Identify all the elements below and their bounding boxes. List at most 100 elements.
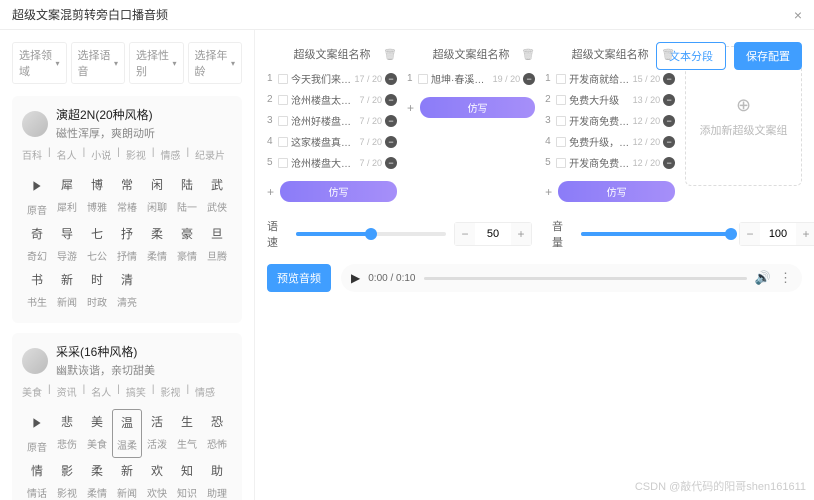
- checkbox[interactable]: [418, 74, 428, 84]
- imitate-button[interactable]: 仿写: [420, 97, 535, 118]
- style-option[interactable]: 导导游: [52, 221, 82, 267]
- style-option[interactable]: 生生气: [172, 409, 202, 458]
- style-option[interactable]: 情情话: [22, 458, 52, 500]
- checkbox[interactable]: [278, 158, 288, 168]
- style-option[interactable]: 书书生: [22, 267, 52, 313]
- style-option[interactable]: 抒抒情: [112, 221, 142, 267]
- copy-row[interactable]: 1开发商就给来了一15 / 20−: [545, 68, 675, 89]
- style-option[interactable]: 旦旦腾: [202, 221, 232, 267]
- style-option[interactable]: 常常椿: [112, 172, 142, 221]
- trash-icon[interactable]: 🗑: [383, 48, 397, 61]
- checkbox[interactable]: [278, 74, 288, 84]
- remove-icon[interactable]: −: [385, 136, 397, 148]
- play-icon[interactable]: ▶: [351, 271, 360, 285]
- style-option[interactable]: 七七公: [82, 221, 112, 267]
- trash-icon[interactable]: 🗑: [661, 48, 675, 61]
- style-option[interactable]: 助助理: [202, 458, 232, 500]
- audio-track[interactable]: [424, 277, 747, 280]
- volume-icon[interactable]: 🔊: [755, 270, 771, 286]
- style-option[interactable]: 武武侠: [202, 172, 232, 221]
- remove-icon[interactable]: −: [385, 157, 397, 169]
- style-option[interactable]: 原音: [22, 409, 52, 458]
- play-icon[interactable]: [27, 176, 47, 196]
- style-option[interactable]: 闲闲聊: [142, 172, 172, 221]
- copy-row[interactable]: 5开发商免费大升12 / 20−: [545, 152, 675, 173]
- remove-icon[interactable]: −: [663, 94, 675, 106]
- config-panel: 文本分段 保存配置 超级文案组名称🗑1今天我们来看一波17 / 20−2沧州楼盘…: [255, 30, 814, 500]
- checkbox[interactable]: [556, 158, 566, 168]
- remove-icon[interactable]: −: [385, 73, 397, 85]
- add-row-button[interactable]: +: [545, 185, 552, 199]
- style-option[interactable]: 时时政: [82, 267, 112, 313]
- copy-row[interactable]: 3开发商免费升级，12 / 20−: [545, 110, 675, 131]
- checkbox[interactable]: [278, 137, 288, 147]
- play-icon[interactable]: [27, 413, 47, 433]
- volume-stepper[interactable]: −+: [739, 222, 814, 246]
- style-option[interactable]: 新新闻: [112, 458, 142, 500]
- watermark: CSDN @敲代码的阳哥shen161611: [635, 478, 806, 494]
- audio-player[interactable]: ▶ 0:00 / 0:10 🔊 ⋮: [341, 264, 802, 292]
- checkbox[interactable]: [556, 95, 566, 105]
- checkbox[interactable]: [556, 74, 566, 84]
- remove-icon[interactable]: −: [385, 94, 397, 106]
- volume-slider[interactable]: [581, 232, 731, 236]
- copy-row[interactable]: 5沧州楼盘大揭秘7 / 20−: [267, 152, 397, 173]
- style-option[interactable]: 知知识: [172, 458, 202, 500]
- copy-row[interactable]: 1旭坤·春溪晓月，f19 / 20−: [407, 68, 535, 89]
- add-row-button[interactable]: +: [407, 101, 414, 115]
- remove-icon[interactable]: −: [663, 136, 675, 148]
- volume-label: 音量: [552, 218, 573, 250]
- copy-row[interactable]: 3沧州好楼盘推荐7 / 20−: [267, 110, 397, 131]
- style-option[interactable]: 柔柔情: [142, 221, 172, 267]
- checkbox[interactable]: [278, 116, 288, 126]
- style-option[interactable]: 原音: [22, 172, 52, 221]
- style-option[interactable]: 柔柔情: [82, 458, 112, 500]
- trash-icon[interactable]: 🗑: [521, 48, 535, 61]
- save-button[interactable]: 保存配置: [734, 42, 802, 70]
- audio-time: 0:00 / 0:10: [368, 273, 415, 284]
- style-option[interactable]: 新新闻: [52, 267, 82, 313]
- chevron-down-icon: ▾: [231, 59, 235, 68]
- imitate-button[interactable]: 仿写: [280, 181, 397, 202]
- style-option[interactable]: 清清亮: [112, 267, 142, 313]
- style-option[interactable]: 影影视: [52, 458, 82, 500]
- checkbox[interactable]: [278, 95, 288, 105]
- copy-row[interactable]: 2免费大升级13 / 20−: [545, 89, 675, 110]
- remove-icon[interactable]: −: [385, 115, 397, 127]
- style-option[interactable]: 活活泼: [142, 409, 172, 458]
- copy-row[interactable]: 4免费升级，开发12 / 20−: [545, 131, 675, 152]
- style-option[interactable]: 陆陆一: [172, 172, 202, 221]
- style-option[interactable]: 博博雅: [82, 172, 112, 221]
- imitate-button[interactable]: 仿写: [558, 181, 675, 202]
- filter-select[interactable]: 选择性别▾: [129, 42, 184, 84]
- remove-icon[interactable]: −: [663, 73, 675, 85]
- style-option[interactable]: 豪豪情: [172, 221, 202, 267]
- speed-slider[interactable]: [296, 232, 446, 236]
- style-option[interactable]: 奇奇幻: [22, 221, 52, 267]
- more-icon[interactable]: ⋮: [779, 270, 792, 286]
- preview-button[interactable]: 预览音频: [267, 264, 331, 292]
- speed-stepper[interactable]: −+: [454, 222, 532, 246]
- remove-icon[interactable]: −: [523, 73, 535, 85]
- filter-select[interactable]: 选择语音▾: [71, 42, 126, 84]
- close-icon[interactable]: ×: [794, 7, 802, 23]
- copy-row[interactable]: 4这家楼盘真不错7 / 20−: [267, 131, 397, 152]
- style-option[interactable]: 欢欢快: [142, 458, 172, 500]
- copy-group: 超级文案组名称🗑1今天我们来看一波17 / 20−2沧州楼盘太惨啦7 / 20−…: [267, 46, 397, 202]
- add-row-button[interactable]: +: [267, 185, 274, 199]
- remove-icon[interactable]: −: [663, 157, 675, 169]
- style-option[interactable]: 悲悲伤: [52, 409, 82, 458]
- filter-select[interactable]: 选择领域▾: [12, 42, 67, 84]
- filter-select[interactable]: 选择年龄▾: [188, 42, 243, 84]
- avatar: [22, 348, 48, 374]
- style-option[interactable]: 犀犀利: [52, 172, 82, 221]
- checkbox[interactable]: [556, 116, 566, 126]
- copy-row[interactable]: 1今天我们来看一波17 / 20−: [267, 68, 397, 89]
- style-option[interactable]: 美美食: [82, 409, 112, 458]
- remove-icon[interactable]: −: [663, 115, 675, 127]
- copy-row[interactable]: 2沧州楼盘太惨啦7 / 20−: [267, 89, 397, 110]
- checkbox[interactable]: [556, 137, 566, 147]
- style-option[interactable]: 温温柔: [112, 409, 142, 458]
- style-option[interactable]: 恐恐怖: [202, 409, 232, 458]
- group-title: 超级文案组名称: [572, 46, 649, 62]
